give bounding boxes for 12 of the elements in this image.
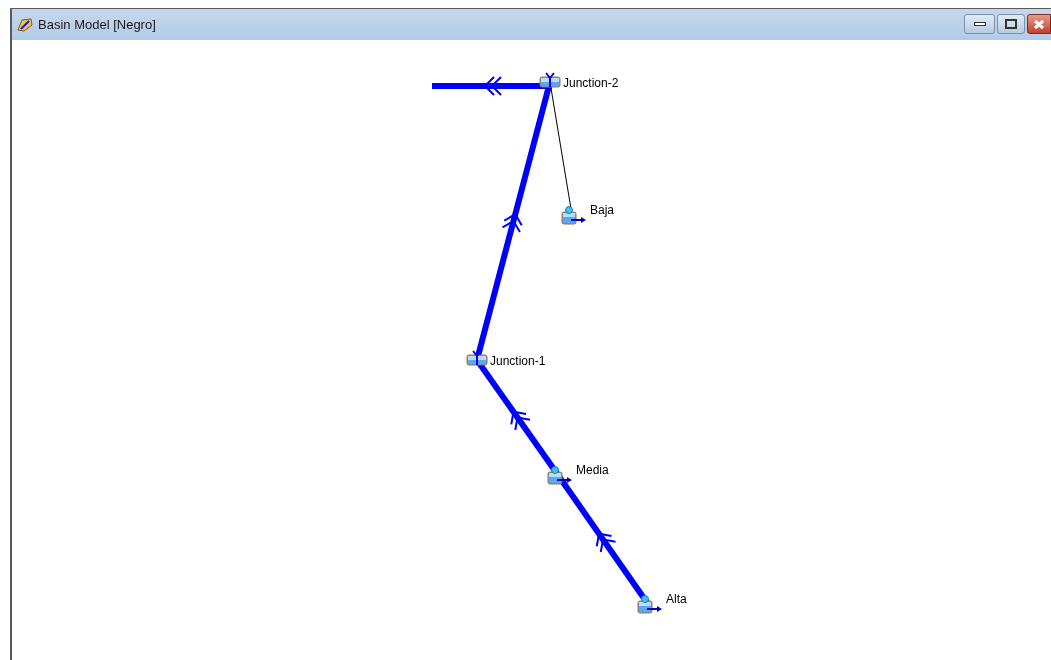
element-label: Junction-2: [563, 76, 619, 90]
close-button[interactable]: [1027, 14, 1051, 34]
element-label: Alta: [666, 592, 687, 606]
close-icon: [1033, 18, 1045, 30]
maximize-button[interactable]: [997, 14, 1025, 34]
minimize-icon: [973, 22, 986, 26]
minimize-button[interactable]: [964, 14, 995, 34]
window-title: Basin Model [Negro]: [38, 15, 156, 34]
element-label: Baja: [590, 203, 615, 217]
element-label: Junction-1: [490, 354, 546, 368]
maximize-icon: [1005, 19, 1017, 29]
element-label: Media: [576, 463, 609, 477]
